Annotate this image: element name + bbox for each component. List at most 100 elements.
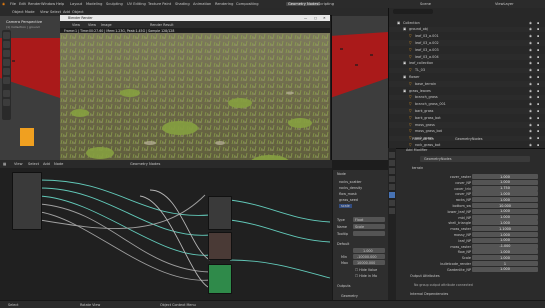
render-camera-icon[interactable]: ▪ (537, 136, 539, 140)
modifier-input-field[interactable]: 1.000 (472, 266, 538, 272)
render-camera-icon[interactable]: ▪ (537, 95, 539, 99)
modifier-input-field[interactable]: 1.000 (472, 197, 538, 203)
menu-render[interactable]: Render (28, 2, 41, 6)
node-tree-selector[interactable]: Geometry Nodes (130, 162, 160, 166)
tooltip-field[interactable] (353, 231, 385, 236)
hide-value-checkbox[interactable]: ☐ Hide Value (355, 268, 377, 272)
scene-tab-icon[interactable] (389, 176, 395, 182)
visibility-eye-icon[interactable]: ◉ (529, 143, 532, 147)
node-menu-view[interactable]: View (14, 162, 23, 166)
render-camera-icon[interactable]: ▪ (537, 89, 539, 93)
outputs-label[interactable]: Outputs (337, 284, 351, 288)
modifier-input-field[interactable]: 1.1000 (472, 226, 538, 232)
modifier-input-field[interactable]: 1.000 (472, 214, 538, 220)
modifier-input-field[interactable]: 1.000 (472, 220, 538, 226)
hide-in-modifier-checkbox[interactable]: ☐ Hide in Mo (355, 274, 377, 278)
add-modifier-button[interactable]: Add Modifier (406, 148, 427, 152)
node-menu-node[interactable]: Node (54, 162, 63, 166)
output-attributes-panel[interactable]: Output Attributes (410, 274, 440, 278)
maximize-icon[interactable]: ▢ (314, 16, 317, 20)
npanel-item-4[interactable]: scale (339, 204, 352, 208)
visibility-eye-icon[interactable]: ◉ (529, 89, 532, 93)
modifier-input-field[interactable]: 1 (472, 261, 538, 266)
tab-sculpting[interactable]: Sculpting (106, 2, 123, 6)
tool-tab-icon[interactable] (389, 152, 395, 158)
render-camera-icon[interactable]: ▪ (537, 55, 539, 59)
minimize-icon[interactable]: — (304, 16, 307, 20)
view-layer-selector[interactable]: ViewLayer (495, 2, 514, 6)
tab-compositing[interactable]: Compositing (236, 2, 259, 6)
measure-tool-icon[interactable] (3, 99, 10, 106)
render-camera-icon[interactable]: ▪ (537, 27, 539, 31)
visibility-eye-icon[interactable]: ◉ (529, 95, 532, 99)
scale-tool-icon[interactable] (3, 68, 10, 75)
outliner-row[interactable]: ▽ branch_grass_001 ◉ ▪ (389, 102, 545, 108)
geometry-node-editor[interactable] (0, 160, 332, 300)
tab-modeling[interactable]: Modeling (86, 2, 102, 6)
node-group-selector[interactable]: GeometryNodes (420, 156, 530, 162)
modifier-input-field[interactable]: -1.000 (472, 243, 538, 249)
tab-uv-editing[interactable]: UV Editing (127, 2, 146, 6)
visibility-eye-icon[interactable]: ◉ (529, 75, 532, 79)
outliner-row[interactable]: ▽ bark_grass ◉ ▪ (389, 108, 545, 114)
render-camera-icon[interactable]: ▪ (537, 109, 539, 113)
visibility-eye-icon[interactable]: ◉ (529, 61, 532, 65)
outliner-row[interactable]: ▽ TL_03 ◉ ▪ (389, 67, 545, 74)
default-field[interactable]: 1.000 (353, 248, 385, 253)
outliner-row[interactable]: ▽ moss_grass ◉ ▪ (389, 122, 545, 128)
outliner-row[interactable]: ▽ leaf_03_a.004 ◉ ▪ (389, 54, 545, 60)
tab-geometry-nodes[interactable]: Geometry Nodes (286, 2, 321, 6)
outliner-row[interactable]: ▽ base_terrain ◉ ▪ (389, 81, 545, 87)
cursor-tool-icon[interactable] (3, 41, 10, 48)
outliner-row[interactable]: ▣ leaf_collection ◉ ▪ (389, 61, 545, 67)
node-menu-add[interactable]: Add (43, 162, 50, 166)
outliner-row[interactable]: ▣ grass_leaves ◉ ▪ (389, 88, 545, 94)
annotate-tool-icon[interactable] (3, 90, 10, 97)
modifier-input-field[interactable]: 1.000 (472, 255, 538, 261)
outliner-row[interactable]: ▽ leaf_03_a.002 ◉ ▪ (389, 40, 545, 46)
type-dropdown[interactable]: Float (353, 217, 385, 222)
group-input-node[interactable] (12, 172, 42, 230)
outliner-row[interactable]: ▣ Collection ◉ ▪ (389, 20, 545, 26)
outliner-row[interactable]: ▽ moss_grass_bot ◉ ▪ (389, 129, 545, 135)
npanel-section-title[interactable]: Node (337, 172, 346, 176)
tab-animation[interactable]: Animation (193, 2, 211, 6)
object-tab-icon[interactable] (389, 184, 395, 190)
render-camera-icon[interactable]: ▪ (537, 143, 539, 147)
visibility-eye-icon[interactable]: ◉ (529, 102, 532, 106)
npanel-item-2[interactable]: flow_mask (339, 192, 357, 196)
render-slot-selector[interactable]: Render Result (150, 23, 174, 27)
render-camera-icon[interactable]: ▪ (537, 75, 539, 79)
visibility-eye-icon[interactable]: ◉ (529, 123, 532, 127)
name-field[interactable]: Scale (353, 224, 385, 229)
visibility-eye-icon[interactable]: ◉ (529, 27, 532, 31)
outliner-search-input[interactable] (393, 9, 433, 14)
npanel-item-0[interactable]: rocks_scatter (339, 180, 362, 184)
render-camera-icon[interactable]: ▪ (537, 123, 539, 127)
internal-dependencies-panel[interactable]: Internal Dependencies (410, 292, 448, 296)
visibility-eye-icon[interactable]: ◉ (529, 109, 532, 113)
visibility-eye-icon[interactable]: ◉ (529, 68, 532, 72)
viewport-menu-select[interactable]: Select (50, 10, 61, 14)
tab-rendering[interactable]: Rendering (215, 2, 233, 6)
close-icon[interactable]: ✕ (323, 16, 326, 20)
menu-help[interactable]: Help (56, 2, 64, 6)
render-camera-icon[interactable]: ▪ (537, 34, 539, 38)
outliner-row[interactable]: ▽ branch_grass ◉ ▪ (389, 94, 545, 101)
outliner-row[interactable]: ▽ bark_grass_bot ◉ ▪ (389, 115, 545, 121)
transform-tool-icon[interactable] (3, 77, 10, 84)
render-camera-icon[interactable]: ▪ (537, 41, 539, 45)
max-field[interactable]: 10000.000 (353, 260, 385, 265)
object-mode-dropdown[interactable]: Object Mode (12, 10, 35, 14)
visibility-eye-icon[interactable]: ◉ (529, 41, 532, 45)
menu-file[interactable]: File (10, 2, 16, 6)
viewport-menu-object[interactable]: Object (72, 10, 84, 14)
output-tab-icon[interactable] (389, 168, 395, 174)
modifier-input-field[interactable]: 1.000 (472, 191, 538, 197)
modifier-input-field[interactable]: 1.000 (472, 249, 538, 255)
move-tool-icon[interactable] (3, 50, 10, 57)
viewport-menu-add[interactable]: Add (63, 10, 70, 14)
modifier-input-field[interactable]: 1.000 (472, 174, 538, 179)
visibility-eye-icon[interactable]: ◉ (529, 116, 532, 120)
node-menu-select[interactable]: Select (28, 162, 39, 166)
